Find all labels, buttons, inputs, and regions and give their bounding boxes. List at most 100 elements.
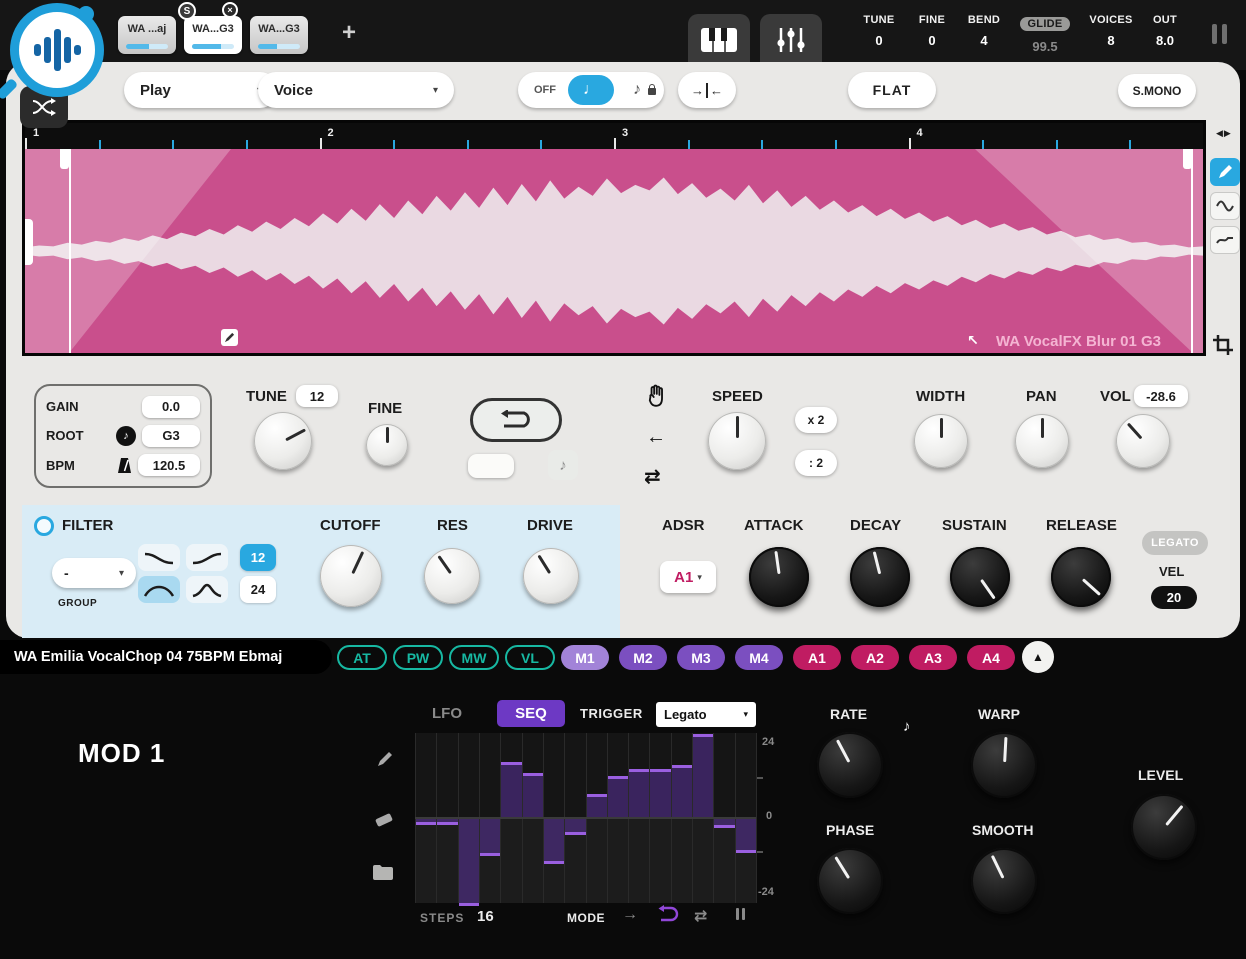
mod-source-m2[interactable]: M2 xyxy=(619,645,667,670)
cutoff-knob[interactable] xyxy=(320,545,382,607)
envelope-select-dropdown[interactable]: A1 ▾ xyxy=(660,561,716,593)
vel-value[interactable]: 20 xyxy=(1151,586,1197,609)
filter-enable-toggle[interactable] xyxy=(34,516,54,536)
shuffle-direction-icon[interactable]: ⇄ xyxy=(644,464,661,489)
sync-note-lock-button[interactable]: ♪ xyxy=(614,81,660,99)
lfo-tab[interactable]: LFO xyxy=(432,705,462,722)
smooth-knob[interactable] xyxy=(971,848,1037,914)
filter-shape-lowpass-button[interactable] xyxy=(138,544,180,571)
steps-value[interactable]: 16 xyxy=(477,908,494,925)
release-knob[interactable] xyxy=(1051,547,1111,607)
vol-knob[interactable] xyxy=(1116,414,1170,468)
gain-value[interactable]: 0.0 xyxy=(142,396,200,418)
fade-edit-button[interactable] xyxy=(221,329,238,346)
mod-source-a3[interactable]: A3 xyxy=(909,645,957,670)
attack-knob[interactable] xyxy=(749,547,809,607)
mixer-view-button[interactable] xyxy=(760,14,822,66)
add-tab-button[interactable]: + xyxy=(336,20,362,46)
phase-knob[interactable] xyxy=(817,848,883,914)
seq-pencil-tool[interactable] xyxy=(376,750,394,773)
seq-preset-folder[interactable] xyxy=(372,864,394,886)
fine-knob[interactable] xyxy=(366,424,408,466)
step-sequencer[interactable] xyxy=(415,733,757,903)
loop-length-field[interactable] xyxy=(468,454,514,478)
mod-source-m1-active[interactable]: M1 xyxy=(561,645,609,670)
waveform-editor[interactable]: 1234 ↖ WA VocalFX Blur 01 G3 xyxy=(22,120,1206,356)
mode-loop-icon-active[interactable] xyxy=(653,904,679,929)
filter-shape-peak-button[interactable] xyxy=(186,576,228,603)
hand-drag-icon[interactable] xyxy=(646,384,668,413)
flat-button[interactable]: FLAT xyxy=(848,72,936,108)
reverse-icon[interactable]: ← xyxy=(646,426,666,449)
level-knob[interactable] xyxy=(1131,794,1197,860)
start-marker-handle[interactable] xyxy=(60,149,69,169)
mod-source-pw[interactable]: PW xyxy=(393,645,443,670)
pan-knob[interactable] xyxy=(1015,414,1069,468)
drive-knob[interactable] xyxy=(523,548,579,604)
filter-slope-12-button[interactable]: 12 xyxy=(240,544,276,571)
wave-edit-tool-button[interactable] xyxy=(1210,192,1240,220)
mod-source-m3[interactable]: M3 xyxy=(677,645,725,670)
bpm-value[interactable]: 120.5 xyxy=(138,454,200,476)
root-value[interactable]: G3 xyxy=(142,425,200,447)
decay-knob[interactable] xyxy=(850,547,910,607)
play-mode-dropdown[interactable]: Play ▾ xyxy=(124,72,278,108)
filter-shape-bandpass-button-selected[interactable] xyxy=(138,576,180,603)
filter-group-dropdown[interactable]: - ▾ xyxy=(52,558,136,588)
smono-button[interactable]: S.MONO xyxy=(1118,74,1196,107)
rate-sync-note-icon[interactable]: ♪ xyxy=(903,718,911,735)
mod-source-vl[interactable]: VL xyxy=(505,645,555,670)
fine-readout[interactable]: FINE 0 xyxy=(905,14,959,48)
seq-tab-active[interactable]: SEQ xyxy=(497,700,565,727)
end-marker[interactable] xyxy=(1191,149,1193,353)
voices-readout[interactable]: VOICES 8 xyxy=(1082,14,1140,48)
expand-panel-icon[interactable]: ◀▶ xyxy=(1216,128,1232,139)
solo-badge[interactable]: S xyxy=(178,2,196,20)
filter-slope-24-button[interactable]: 24 xyxy=(240,576,276,603)
waveform-display[interactable]: ↖ WA VocalFX Blur 01 G3 xyxy=(25,149,1203,353)
pause-icon[interactable] xyxy=(1212,24,1227,44)
rate-knob[interactable] xyxy=(817,732,883,798)
filter-shape-highpass-button[interactable] xyxy=(186,544,228,571)
mode-forward-icon[interactable]: → xyxy=(622,906,638,924)
mod-source-a1[interactable]: A1 xyxy=(793,645,841,670)
width-knob[interactable] xyxy=(914,414,968,468)
session-tab-3[interactable]: WA...G3 xyxy=(250,16,308,54)
close-tab-icon[interactable]: × xyxy=(222,2,238,18)
collapse-panel-button[interactable]: ▲ xyxy=(1022,641,1054,673)
speed-double-button[interactable]: x 2 xyxy=(795,407,837,433)
legato-button[interactable]: LEGATO xyxy=(1142,531,1208,555)
sync-note-button[interactable]: ♩ xyxy=(568,75,614,105)
mode-pingpong-icon[interactable]: ⇄ xyxy=(694,906,707,926)
out-readout[interactable]: OUT 8.0 xyxy=(1142,14,1188,48)
snap-button[interactable]: → ← xyxy=(678,72,736,108)
fade-handle-icon[interactable]: ↖ xyxy=(967,332,979,349)
voice-mode-dropdown[interactable]: Voice ▾ xyxy=(258,72,454,108)
mod-source-a4[interactable]: A4 xyxy=(967,645,1015,670)
glide-readout[interactable]: GLIDE 99.5 xyxy=(1014,14,1076,54)
preset-name-plate[interactable]: WA Emilia VocalChop 04 75BPM Ebmaj xyxy=(0,640,332,674)
mod-source-a2[interactable]: A2 xyxy=(851,645,899,670)
bend-readout[interactable]: BEND 4 xyxy=(957,14,1011,48)
draw-tool-button-active[interactable] xyxy=(1210,158,1240,186)
mod-source-mw[interactable]: MW xyxy=(449,645,499,670)
sync-off-button[interactable]: OFF xyxy=(522,84,568,96)
wave-smooth-tool-button[interactable] xyxy=(1210,226,1240,254)
res-knob[interactable] xyxy=(424,548,480,604)
speed-knob[interactable] xyxy=(708,412,766,470)
seq-eraser-tool[interactable] xyxy=(374,810,394,832)
mod-source-at[interactable]: AT xyxy=(337,645,387,670)
keyboard-view-button[interactable] xyxy=(688,14,750,66)
session-tab-2-active[interactable]: WA...G3 xyxy=(184,16,242,54)
loop-mode-button[interactable] xyxy=(470,398,562,442)
tune-readout[interactable]: TUNE 0 xyxy=(852,14,906,48)
end-marker-handle[interactable] xyxy=(1183,149,1192,169)
session-tab-1[interactable]: WA ...aj xyxy=(118,16,176,54)
left-edge-handle[interactable] xyxy=(25,219,33,265)
mode-pause-icon[interactable] xyxy=(736,908,745,920)
start-marker[interactable] xyxy=(69,149,71,353)
tune-knob[interactable] xyxy=(254,412,312,470)
mod-source-m4[interactable]: M4 xyxy=(735,645,783,670)
speed-half-button[interactable]: : 2 xyxy=(795,450,837,476)
trigger-mode-dropdown[interactable]: Legato ▾ xyxy=(656,702,756,727)
